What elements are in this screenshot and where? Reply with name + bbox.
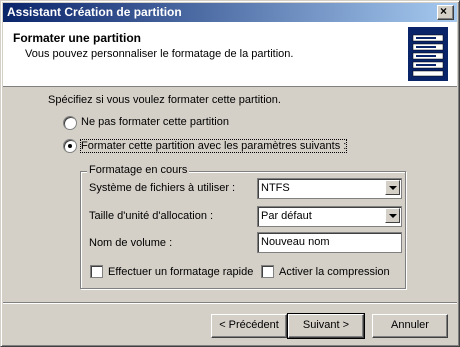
format-radio[interactable] bbox=[63, 139, 77, 153]
wizard-window: Assistant Création de partition × Format… bbox=[0, 0, 460, 347]
wizard-header: Formater une partition Vous pouvez perso… bbox=[3, 22, 457, 87]
close-button[interactable]: × bbox=[437, 4, 454, 20]
volume-label: Nom de volume : bbox=[89, 237, 173, 249]
allocation-select[interactable]: Par défaut bbox=[257, 206, 402, 227]
chevron-down-icon[interactable] bbox=[385, 208, 400, 223]
allocation-label: Taille d'unité d'allocation : bbox=[89, 210, 214, 222]
allocation-value: Par défaut bbox=[261, 210, 312, 222]
quick-format-label[interactable]: Effectuer un formatage rapide bbox=[108, 266, 253, 278]
window-title: Assistant Création de partition bbox=[7, 5, 182, 19]
page-title: Formater une partition bbox=[13, 31, 142, 45]
compression-checkbox[interactable] bbox=[261, 265, 274, 278]
volume-name-value: Nouveau nom bbox=[261, 236, 330, 248]
page-subtitle: Vous pouvez personnaliser le formatage d… bbox=[25, 48, 294, 60]
groupbox-title: Formatage en cours bbox=[87, 164, 190, 176]
format-prompt: Spécifiez si vous voulez formater cette … bbox=[48, 94, 281, 106]
chevron-down-icon[interactable] bbox=[385, 180, 400, 195]
format-label[interactable]: Formater cette partition avec les paramè… bbox=[79, 139, 348, 153]
compression-label[interactable]: Activer la compression bbox=[279, 266, 390, 278]
close-icon: × bbox=[440, 4, 448, 18]
next-button[interactable]: Suivant > bbox=[287, 313, 365, 339]
no-format-radio[interactable] bbox=[63, 116, 77, 130]
disk-stack-icon bbox=[408, 27, 448, 81]
back-button[interactable]: < Précédent bbox=[211, 314, 287, 338]
filesystem-label: Système de fichiers à utiliser : bbox=[89, 182, 236, 194]
filesystem-value: NTFS bbox=[261, 182, 290, 194]
quick-format-checkbox[interactable] bbox=[90, 265, 103, 278]
title-bar[interactable]: Assistant Création de partition × bbox=[3, 3, 457, 22]
volume-name-input[interactable]: Nouveau nom bbox=[257, 232, 402, 253]
filesystem-select[interactable]: NTFS bbox=[257, 178, 402, 199]
radio-selected-dot bbox=[68, 144, 72, 148]
footer-divider bbox=[3, 302, 457, 304]
cancel-button[interactable]: Annuler bbox=[372, 314, 448, 338]
no-format-label[interactable]: Ne pas formater cette partition bbox=[81, 116, 229, 128]
